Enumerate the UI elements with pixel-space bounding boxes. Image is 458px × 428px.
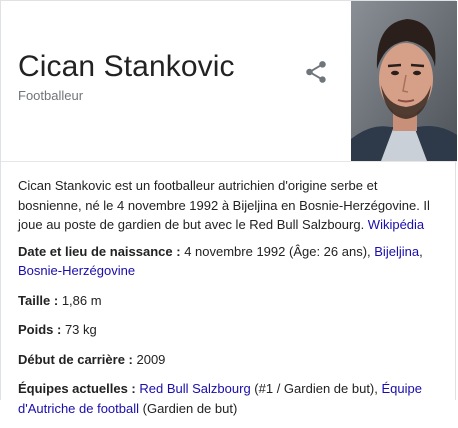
fact-value: (Gardien de but) [139,400,238,416]
wikipedia-link[interactable]: Wikipédia [368,217,424,232]
panel-header: Cican Stankovic Footballeur [1,1,457,161]
panel-body: Cican Stankovic est un footballeur autri… [18,176,440,428]
fact-label: Équipes actuelles : [18,381,136,396]
description: Cican Stankovic est un footballeur autri… [18,176,440,235]
fact-value: 2009 [132,351,166,367]
fact-label: Début de carrière : [18,351,133,367]
fact-value: 1,86 m [58,292,102,308]
fact-career-start: Début de carrière : 2009 [18,350,440,370]
fact-weight: Poids : 73 kg [18,320,440,340]
fact-value: 4 novembre 1992 (Âge: 26 ans), [180,243,375,259]
fact-value: 73 kg [61,322,97,337]
fact-birth: Date et lieu de naissance : 4 novembre 1… [18,242,440,281]
fact-value: (#1 / Gardien de but), [250,381,382,396]
entity-subtitle: Footballeur [18,88,84,103]
fact-separator: , [419,243,423,259]
fact-height: Taille : 1,86 m [18,291,440,311]
fact-label: Date et lieu de naissance : [18,243,181,259]
divider [1,161,457,162]
fact-label: Taille : [18,292,59,308]
birthplace-country-link[interactable]: Bosnie-Herzégovine [18,263,135,278]
entity-photo[interactable] [351,1,457,161]
team-club-link[interactable]: Red Bull Salzbourg [139,381,250,396]
fact-teams: Équipes actuelles : Red Bull Salzbourg (… [18,379,440,418]
fact-label: Poids : [18,322,62,337]
share-icon[interactable] [303,59,329,85]
knowledge-panel: Cican Stankovic Footballeur Cican Stanko… [0,0,457,416]
entity-title: Cican Stankovic [18,50,235,83]
birthplace-city-link[interactable]: Bijeljina [374,244,419,259]
